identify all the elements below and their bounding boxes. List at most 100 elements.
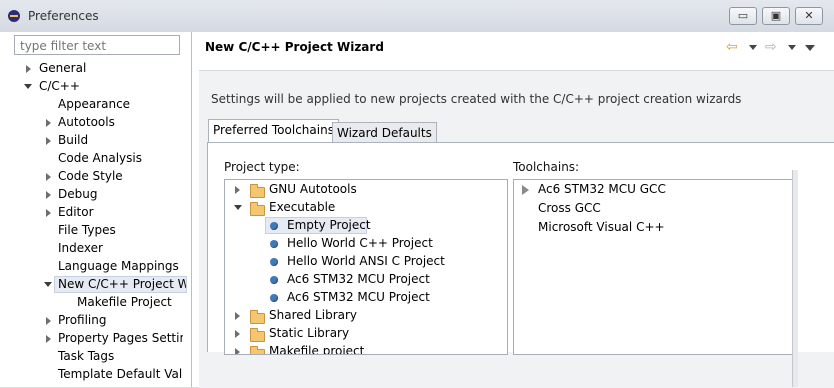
sidebar-item-general[interactable]: General <box>24 60 86 77</box>
collapse-arrow-icon[interactable] <box>24 84 32 89</box>
eclipse-app-icon <box>8 10 20 22</box>
window-titlebar: Preferences ▭ ▣ ✕ <box>0 0 834 33</box>
sidebar-item-template-default-values[interactable]: Template Default Value <box>58 366 183 383</box>
sidebar-item-label: Build <box>58 133 89 147</box>
sidebar-item-new-project-wizard[interactable]: New C/C++ Project Wi <box>44 276 190 293</box>
filter-input-box[interactable] <box>14 35 180 56</box>
tab-wizard-defaults[interactable]: Wizard Defaults <box>332 122 437 143</box>
sidebar-item-indexer[interactable]: Indexer <box>58 240 103 257</box>
project-bullet-icon <box>270 294 278 302</box>
filter-input[interactable] <box>18 36 180 56</box>
sidebar-item-cpp[interactable]: C/C++ <box>24 78 80 95</box>
tree-item-label: Shared Library <box>269 308 358 322</box>
folder-open-icon <box>250 202 265 216</box>
tree-item-label: Hello World C++ Project <box>287 236 433 250</box>
sidebar-item-label: Debug <box>58 187 98 201</box>
project-type-gnu-autotools[interactable]: GNU Autotools <box>235 181 357 198</box>
toolchain-cross-gcc[interactable]: Cross GCC <box>538 200 601 217</box>
collapse-arrow-icon[interactable] <box>44 282 52 287</box>
toolchains-scroll-edge <box>792 170 798 387</box>
folder-icon <box>250 184 265 198</box>
expand-arrow-icon[interactable] <box>235 312 240 320</box>
toolchains-list[interactable]: Ac6 STM32 MCU GCC Cross GCC Microsoft Vi… <box>513 179 797 355</box>
window-title: Preferences <box>28 9 99 23</box>
tree-item-label: Executable <box>269 200 336 214</box>
back-arrow-icon[interactable]: ⇦ <box>726 39 738 55</box>
sidebar-item-build[interactable]: Build <box>44 132 88 149</box>
project-type-tree[interactable]: GNU Autotools Executable Empty Project H… <box>224 179 508 355</box>
forward-history-dropdown-icon[interactable] <box>788 45 796 50</box>
sidebar-item-label: General <box>39 61 87 75</box>
sidebar-item-task-tags[interactable]: Task Tags <box>58 348 114 365</box>
expand-arrow-icon[interactable] <box>46 173 51 181</box>
project-type-static-library[interactable]: Static Library <box>235 325 349 342</box>
sidebar-item-label: Indexer <box>58 241 103 255</box>
back-history-dropdown-icon[interactable] <box>749 45 757 50</box>
forward-arrow-icon[interactable]: ⇨ <box>765 39 777 55</box>
project-type-empty-project[interactable]: Empty Project <box>265 217 371 234</box>
project-type-hello-world-ansi-c[interactable]: Hello World ANSI C Project <box>265 253 445 270</box>
tree-item-label: Hello World ANSI C Project <box>287 254 445 268</box>
expand-arrow-icon[interactable] <box>46 137 51 145</box>
tree-item-label: Empty Project <box>287 218 371 232</box>
expand-arrow-icon[interactable] <box>46 209 51 217</box>
tree-item-label: Ac6 STM32 MCU Project <box>287 272 430 286</box>
expand-arrow-icon[interactable] <box>235 348 240 354</box>
toolchain-ac6-stm32-gcc[interactable]: Ac6 STM32 MCU GCC <box>522 181 666 198</box>
sidebar-item-profiling[interactable]: Profiling <box>44 312 107 329</box>
tab-panel-preferred-toolchains: Project type: Toolchains: GNU Autotools … <box>207 142 834 355</box>
sidebar-item-makefile-project[interactable]: Makefile Project <box>77 294 172 311</box>
sidebar-item-autotools[interactable]: Autotools <box>44 114 115 131</box>
project-type-ac6-stm32-2[interactable]: Ac6 STM32 MCU Project <box>265 289 430 306</box>
expand-arrow-icon[interactable] <box>46 317 51 325</box>
project-type-ac6-stm32-1[interactable]: Ac6 STM32 MCU Project <box>265 271 430 288</box>
tree-item-label: Makefile project <box>269 344 365 355</box>
sidebar-item-code-style[interactable]: Code Style <box>44 168 123 185</box>
toolchain-microsoft-visual-cpp[interactable]: Microsoft Visual C++ <box>538 219 665 236</box>
project-type-label: Project type: <box>224 160 300 174</box>
expand-arrow-icon[interactable] <box>46 191 51 199</box>
toolchain-label: Microsoft Visual C++ <box>538 220 665 234</box>
project-type-makefile-project[interactable]: Makefile project <box>235 343 365 355</box>
default-toolchain-marker-icon <box>522 185 529 195</box>
toolchain-label: Cross GCC <box>538 201 601 215</box>
project-type-shared-library[interactable]: Shared Library <box>235 307 357 324</box>
expand-arrow-icon[interactable] <box>46 119 51 127</box>
sidebar-item-label: Language Mappings <box>58 259 179 273</box>
sidebar-item-code-analysis[interactable]: Code Analysis <box>58 150 142 167</box>
sidebar-item-debug[interactable]: Debug <box>44 186 97 203</box>
project-type-executable[interactable]: Executable <box>234 199 336 216</box>
sidebar-item-label: Code Analysis <box>58 151 142 165</box>
project-bullet-icon <box>270 258 278 266</box>
page-content: Settings will be applied to new projects… <box>199 70 834 388</box>
page-description: Settings will be applied to new projects… <box>211 92 742 106</box>
project-bullet-icon <box>270 240 278 248</box>
toolchain-label: Ac6 STM32 MCU GCC <box>538 182 666 196</box>
sidebar-item-language-mappings[interactable]: Language Mappings <box>58 258 179 275</box>
expand-arrow-icon[interactable] <box>235 186 240 194</box>
view-menu-icon[interactable] <box>805 45 815 51</box>
sidebar-item-label: Template Default Value <box>58 367 183 381</box>
collapse-arrow-icon[interactable] <box>234 205 242 210</box>
sidebar-item-file-types[interactable]: File Types <box>58 222 116 239</box>
close-button[interactable]: ✕ <box>795 7 823 25</box>
sidebar-item-label: New C/C++ Project Wi <box>54 276 187 293</box>
sidebar-item-property-pages-settings[interactable]: Property Pages Setting <box>44 330 183 347</box>
tree-item-label: GNU Autotools <box>269 182 357 196</box>
folder-icon <box>250 346 265 354</box>
toolchains-label: Toolchains: <box>513 160 580 174</box>
tab-preferred-toolchains[interactable]: Preferred Toolchains <box>208 119 339 142</box>
expand-arrow-icon[interactable] <box>235 330 240 338</box>
sidebar-item-editor[interactable]: Editor <box>44 204 94 221</box>
tree-item-label: Static Library <box>269 326 350 340</box>
project-type-hello-world-cpp[interactable]: Hello World C++ Project <box>265 235 433 252</box>
maximize-button[interactable]: ▣ <box>762 7 790 25</box>
sidebar-item-label: File Types <box>58 223 116 237</box>
project-bullet-icon <box>270 276 278 284</box>
sidebar-item-label: Editor <box>58 205 94 219</box>
minimize-button[interactable]: ▭ <box>729 7 757 25</box>
expand-arrow-icon[interactable] <box>46 335 51 343</box>
sidebar-item-label: Code Style <box>58 169 123 183</box>
sidebar-item-appearance[interactable]: Appearance <box>58 96 130 113</box>
expand-arrow-icon[interactable] <box>26 65 31 73</box>
